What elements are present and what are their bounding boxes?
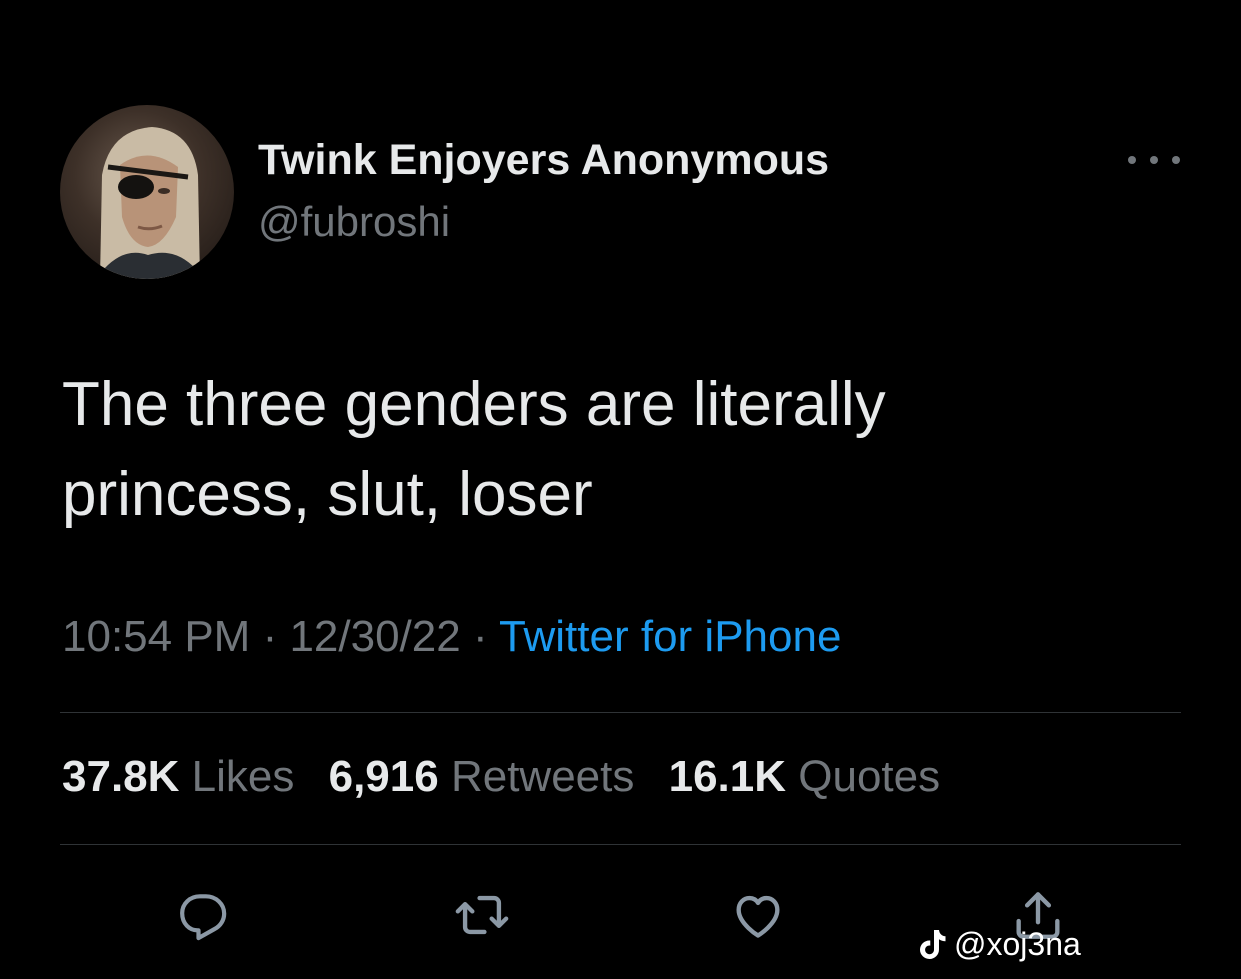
- tiktok-watermark: @xoj3na: [918, 926, 1081, 963]
- avatar-image: [96, 127, 204, 279]
- quotes-stat[interactable]: 16.1K Quotes: [669, 752, 941, 801]
- tweet-text: The three genders are literally princess…: [62, 360, 1182, 540]
- tweet-stats: 37.8K Likes 6,916 Retweets 16.1K Quotes: [62, 752, 962, 802]
- like-icon[interactable]: [728, 885, 788, 945]
- retweets-stat[interactable]: 6,916 Retweets: [329, 752, 635, 801]
- quotes-label: Quotes: [798, 752, 941, 801]
- more-dot: [1150, 156, 1158, 164]
- reply-icon-glyph: [180, 894, 227, 941]
- more-dot: [1128, 156, 1136, 164]
- tweet-date[interactable]: 12/30/22: [289, 612, 460, 661]
- tiktok-icon: [918, 928, 948, 962]
- likes-label: Likes: [191, 752, 295, 801]
- retweet-icon-glyph: [455, 895, 509, 935]
- reply-icon[interactable]: [172, 885, 232, 945]
- display-name[interactable]: Twink Enjoyers Anonymous: [258, 136, 829, 185]
- tweet-time[interactable]: 10:54 PM: [62, 612, 250, 661]
- divider: [60, 844, 1181, 845]
- likes-stat[interactable]: 37.8K Likes: [62, 752, 294, 801]
- retweets-count: 6,916: [328, 752, 439, 801]
- retweets-label: Retweets: [450, 752, 635, 801]
- user-handle[interactable]: @fubroshi: [258, 198, 450, 246]
- watermark-handle: @xoj3na: [954, 926, 1081, 962]
- meta-separator: ·: [460, 612, 500, 661]
- meta-separator: ·: [250, 612, 290, 661]
- tweet-text-line: princess, slut, loser: [62, 460, 593, 529]
- quotes-count: 16.1K: [668, 752, 787, 801]
- more-dot: [1172, 156, 1180, 164]
- more-options-icon[interactable]: [1128, 148, 1180, 172]
- tweet-detail: Twink Enjoyers Anonymous @fubroshi The t…: [0, 0, 1241, 979]
- tweet-source-link[interactable]: Twitter for iPhone: [499, 612, 841, 661]
- avatar[interactable]: [60, 105, 234, 279]
- divider: [60, 712, 1181, 713]
- tweet-metadata: 10:54 PM · 12/30/22 · Twitter for iPhone: [62, 612, 841, 662]
- likes-count: 37.8K: [62, 752, 180, 801]
- tweet-text-line: The three genders are literally: [62, 370, 886, 439]
- retweet-icon[interactable]: [452, 885, 512, 945]
- like-icon-glyph: [736, 895, 780, 938]
